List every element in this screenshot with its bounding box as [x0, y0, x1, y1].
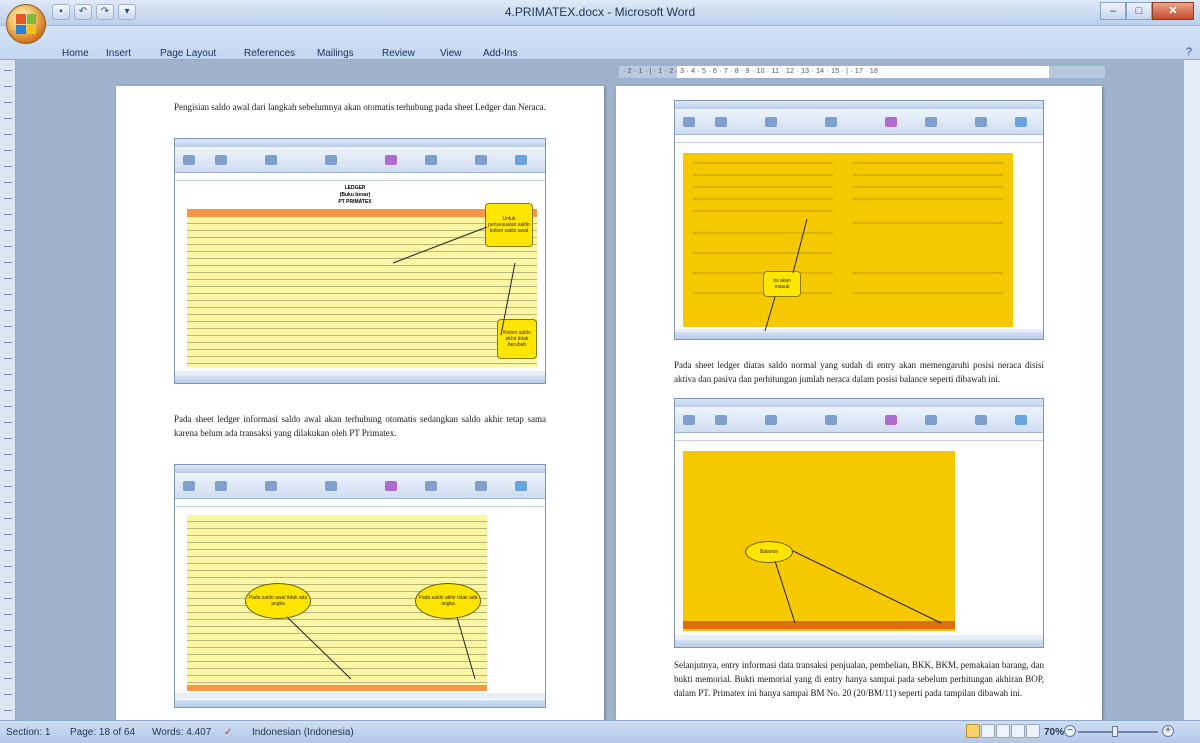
- tab-add-ins[interactable]: Add-Ins: [483, 48, 517, 59]
- ruler-tick: [4, 262, 12, 263]
- ruler-tick: [4, 342, 12, 343]
- tab-page-layout[interactable]: Page Layout: [160, 48, 216, 59]
- status-words[interactable]: Words: 4.407: [152, 727, 211, 738]
- window-title: 4.PRIMATEX.docx - Microsoft Word: [504, 5, 696, 19]
- ruler-labels: · 2 · 1 · | · 1 · 2 · 3 · 4 · 5 · 6 · 7 …: [623, 68, 879, 75]
- print-layout-view-button[interactable]: [966, 724, 980, 738]
- ruler-tick: [4, 358, 12, 359]
- ruler-tick: [4, 182, 12, 183]
- ruler-tick: [4, 326, 12, 327]
- status-language[interactable]: Indonesian (Indonesia): [252, 727, 354, 738]
- tab-review[interactable]: Review: [382, 48, 415, 59]
- ruler-tick: [4, 230, 12, 231]
- proofing-icon[interactable]: ✓: [224, 727, 232, 738]
- ruler-tick: [4, 406, 12, 407]
- office-logo-icon: [16, 14, 36, 34]
- excel-screenshot-ledger-transactions: Pada saldo awal tidak ada angka Pada sal…: [174, 464, 546, 708]
- zoom-in-icon[interactable]: +: [1162, 725, 1174, 737]
- vertical-ruler: [0, 60, 16, 720]
- zoom-slider[interactable]: [1078, 731, 1158, 733]
- ruler-tick: [4, 278, 12, 279]
- ruler-tick: [4, 470, 12, 471]
- ruler-tick: [4, 70, 12, 71]
- ruler-tick: [4, 566, 12, 567]
- ruler-tick: [4, 86, 12, 87]
- minimize-button[interactable]: –: [1100, 2, 1126, 20]
- window-controls: – □ ✕: [1100, 2, 1194, 20]
- zoom-out-icon[interactable]: −: [1064, 725, 1076, 737]
- ruler-tick: [4, 374, 12, 375]
- tab-view[interactable]: View: [440, 48, 462, 59]
- horizontal-ruler: · 2 · 1 · | · 1 · 2 · 3 · 4 · 5 · 6 · 7 …: [618, 65, 1106, 79]
- callout-arrows: [774, 550, 942, 624]
- tab-insert[interactable]: Insert: [106, 48, 131, 59]
- callout-arrows: [392, 226, 516, 336]
- paragraph: Selanjutnya, entry informasi data transa…: [674, 660, 1044, 698]
- tab-home[interactable]: Home: [62, 48, 89, 59]
- paragraph: Pengisian saldo awal dari langkah sebelu…: [174, 102, 546, 112]
- ruler-tick: [4, 598, 12, 599]
- tab-mailings[interactable]: Mailings: [317, 48, 354, 59]
- ruler-tick: [4, 198, 12, 199]
- ruler-tick: [4, 550, 12, 551]
- ruler-tick: [4, 422, 12, 423]
- status-bar: Section: 1 Page: 18 of 64 Words: 4.407 ✓…: [0, 720, 1200, 743]
- callout-arrows: [764, 218, 808, 332]
- paragraph: Pada sheet ledger diatas saldo normal ya…: [674, 360, 1044, 384]
- maximize-button[interactable]: □: [1126, 2, 1152, 20]
- tab-references[interactable]: References: [244, 48, 295, 59]
- ruler-tick: [4, 534, 12, 535]
- ruler-tick: [4, 166, 12, 167]
- ruler-tick: [4, 390, 12, 391]
- ruler-tick: [4, 694, 12, 695]
- zoom-level[interactable]: 70%: [1044, 727, 1064, 738]
- ruler-tick: [4, 582, 12, 583]
- ruler-right-margin: [1049, 66, 1105, 78]
- ruler-tick: [4, 310, 12, 311]
- ruler-tick: [4, 214, 12, 215]
- excel-screenshot-ledger: LEDGER (Buku besar) PT PRIMATEX Untuk pe…: [174, 138, 546, 384]
- ruler-tick: [4, 502, 12, 503]
- ruler-tick: [4, 614, 12, 615]
- ruler-tick: [4, 294, 12, 295]
- excel-screenshot-neraca-balance: Balance: [674, 398, 1044, 648]
- ruler-tick: [4, 150, 12, 151]
- office-button[interactable]: [6, 4, 46, 44]
- ruler-tick: [4, 118, 12, 119]
- outline-view-button[interactable]: [1011, 724, 1025, 738]
- title-bar: ▪ ↶ ↷ ▾ 4.PRIMATEX.docx - Microsoft Word…: [0, 0, 1200, 26]
- page-left: Pengisian saldo awal dari langkah sebelu…: [116, 86, 604, 720]
- zoom-slider-thumb[interactable]: [1112, 726, 1118, 737]
- draft-view-button[interactable]: [1026, 724, 1040, 738]
- paragraph: Pada sheet ledger informasi saldo awal a…: [174, 414, 546, 438]
- ruler-tick: [4, 646, 12, 647]
- view-buttons: [966, 724, 1040, 738]
- ruler-tick: [4, 454, 12, 455]
- vertical-scrollbar[interactable]: [1183, 60, 1200, 720]
- ruler-tick: [4, 678, 12, 679]
- ruler-tick: [4, 710, 12, 711]
- status-page[interactable]: Page: 18 of 64: [70, 727, 135, 738]
- help-icon[interactable]: ?: [1186, 46, 1192, 58]
- ribbon-tabs: Home Insert Page Layout References Maili…: [0, 26, 1200, 60]
- web-layout-view-button[interactable]: [996, 724, 1010, 738]
- status-section: Section: 1: [6, 727, 51, 738]
- ruler-tick: [4, 486, 12, 487]
- page-right: Ini akan masuk Pada sheet ledger diatas …: [616, 86, 1102, 720]
- ruler-tick: [4, 134, 12, 135]
- ruler-tick: [4, 102, 12, 103]
- full-screen-reading-view-button[interactable]: [981, 724, 995, 738]
- ruler-tick: [4, 662, 12, 663]
- callout-arrows: [286, 616, 476, 680]
- ruler-tick: [4, 630, 12, 631]
- excel-screenshot-neraca: Ini akan masuk: [674, 100, 1044, 340]
- close-button[interactable]: ✕: [1152, 2, 1194, 20]
- ruler-tick: [4, 518, 12, 519]
- ruler-tick: [4, 246, 12, 247]
- ruler-tick: [4, 438, 12, 439]
